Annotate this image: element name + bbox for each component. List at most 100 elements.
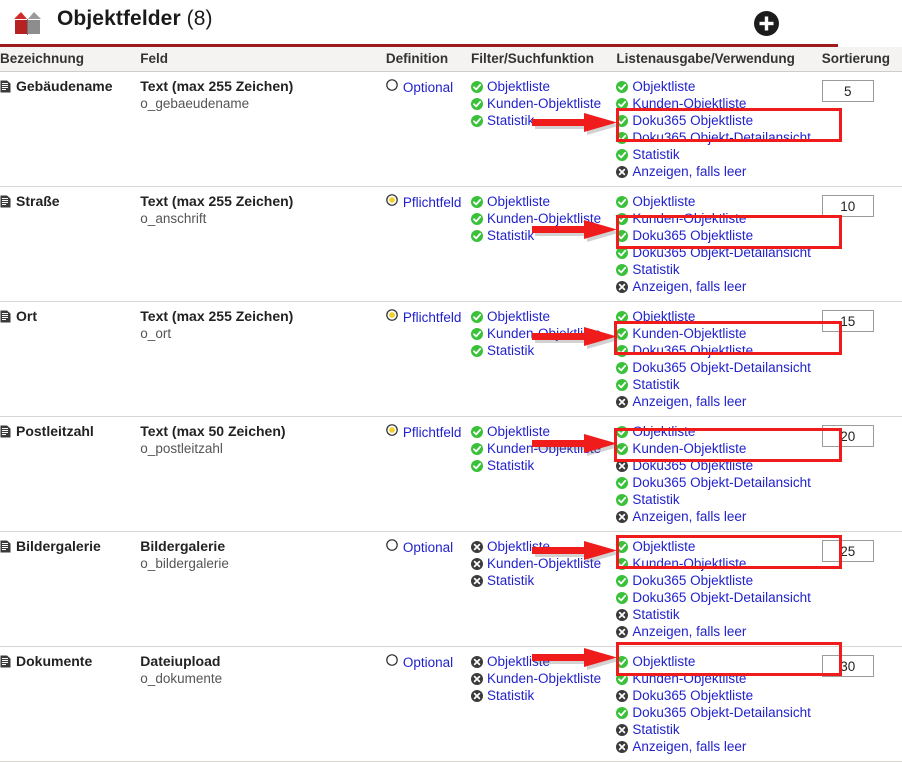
- listenausgabe-option[interactable]: Anzeigen, falls leer: [616, 278, 821, 295]
- object-fields-table: Bezeichnung Feld Definition Filter/Suchf…: [0, 47, 902, 762]
- listenausgabe-option[interactable]: Anzeigen, falls leer: [616, 508, 821, 525]
- filter-option[interactable]: Statistik: [471, 112, 616, 129]
- listenausgabe-option[interactable]: Kunden-Objektliste: [616, 210, 821, 227]
- cross-circle-icon: [471, 574, 484, 587]
- listenausgabe-option[interactable]: Statistik: [616, 606, 821, 623]
- filter-option-label: Kunden-Objektliste: [487, 96, 602, 111]
- listenausgabe-option[interactable]: Objektliste: [616, 308, 821, 325]
- definition-radio-icon[interactable]: [386, 423, 398, 441]
- listenausgabe-option[interactable]: Kunden-Objektliste: [616, 95, 821, 112]
- listenausgabe-option[interactable]: Anzeigen, falls leer: [616, 163, 821, 180]
- filter-option[interactable]: Statistik: [471, 457, 616, 474]
- listenausgabe-option[interactable]: Doku365 Objekt-Detailansicht: [616, 474, 821, 491]
- cell-feld: Bildergalerie o_bildergalerie: [140, 531, 386, 647]
- listenausgabe-option[interactable]: Doku365 Objektliste: [616, 572, 821, 589]
- cell-feld: Text (max 255 Zeichen) o_gebaeudename: [140, 71, 386, 187]
- listenausgabe-option[interactable]: Statistik: [616, 261, 821, 278]
- listenausgabe-option[interactable]: Objektliste: [616, 538, 821, 555]
- filter-option[interactable]: Objektliste: [471, 653, 616, 670]
- sortierung-input[interactable]: [821, 540, 874, 562]
- filter-option[interactable]: Kunden-Objektliste: [471, 325, 616, 342]
- cell-bezeichnung: Gebäudename: [0, 71, 141, 187]
- listenausgabe-option[interactable]: Doku365 Objektliste: [616, 687, 821, 704]
- listenausgabe-option[interactable]: Doku365 Objekt-Detailansicht: [616, 589, 821, 606]
- filter-option-label: Objektliste: [487, 654, 551, 669]
- cross-circle-icon: [471, 655, 484, 668]
- listenausgabe-option[interactable]: Doku365 Objektliste: [616, 342, 821, 359]
- feld-name: o_gebaeudename: [140, 96, 250, 111]
- definition-label: Optional: [402, 654, 454, 670]
- filter-option[interactable]: Objektliste: [471, 78, 616, 95]
- listenausgabe-option[interactable]: Statistik: [616, 376, 821, 393]
- plus-circle-icon[interactable]: [753, 10, 780, 37]
- filter-option[interactable]: Objektliste: [471, 308, 616, 325]
- column-header-filter: Filter/Suchfunktion: [471, 47, 617, 72]
- listenausgabe-option-label: Doku365 Objektliste: [632, 228, 754, 243]
- listenausgabe-option[interactable]: Doku365 Objektliste: [616, 227, 821, 244]
- cell-definition: Pflichtfeld: [385, 416, 472, 532]
- check-circle-icon: [471, 459, 484, 472]
- sortierung-input[interactable]: [821, 655, 874, 677]
- listenausgabe-option[interactable]: Anzeigen, falls leer: [616, 738, 821, 755]
- listenausgabe-option[interactable]: Kunden-Objektliste: [616, 440, 821, 457]
- listenausgabe-option-label: Objektliste: [632, 194, 696, 209]
- listenausgabe-option[interactable]: Doku365 Objektliste: [616, 457, 821, 474]
- listenausgabe-option[interactable]: Anzeigen, falls leer: [616, 393, 821, 410]
- feld-type: Text (max 255 Zeichen): [140, 308, 294, 324]
- listenausgabe-option[interactable]: Doku365 Objekt-Detailansicht: [616, 359, 821, 376]
- filter-option[interactable]: Objektliste: [471, 423, 616, 440]
- feld-name: o_ort: [140, 326, 172, 341]
- filter-option[interactable]: Statistik: [471, 342, 616, 359]
- listenausgabe-option[interactable]: Statistik: [616, 491, 821, 508]
- listenausgabe-option[interactable]: Kunden-Objektliste: [616, 670, 821, 687]
- filter-option[interactable]: Kunden-Objektliste: [471, 440, 616, 457]
- sortierung-input[interactable]: [821, 425, 874, 447]
- sortierung-input[interactable]: [821, 195, 874, 217]
- definition-radio-icon[interactable]: [386, 78, 398, 96]
- filter-option[interactable]: Kunden-Objektliste: [471, 95, 616, 112]
- cell-listenausgabe: Objektliste Kunden-Objektliste Doku365 Obj…: [616, 416, 822, 532]
- check-circle-icon: [616, 148, 629, 161]
- definition-radio-icon[interactable]: [386, 193, 398, 211]
- listenausgabe-option[interactable]: Doku365 Objektliste: [616, 112, 821, 129]
- listenausgabe-option[interactable]: Doku365 Objekt-Detailansicht: [616, 704, 821, 721]
- filter-option[interactable]: Kunden-Objektliste: [471, 670, 616, 687]
- listenausgabe-option[interactable]: Objektliste: [616, 423, 821, 440]
- cell-listenausgabe: Objektliste Kunden-Objektliste Doku365 Obj…: [616, 646, 822, 762]
- listenausgabe-option[interactable]: Anzeigen, falls leer: [616, 623, 821, 640]
- listenausgabe-option[interactable]: Statistik: [616, 146, 821, 163]
- listenausgabe-option-label: Statistik: [632, 722, 680, 737]
- cell-sortierung: [821, 646, 902, 762]
- table-body: Gebäudename Text (max 255 Zeichen) o_gebae…: [0, 71, 902, 762]
- listenausgabe-option-label: Objektliste: [632, 539, 696, 554]
- table-row: Bildergalerie Bildergalerie o_bildergaleri…: [0, 531, 902, 647]
- check-circle-icon: [616, 493, 629, 506]
- listenausgabe-option-label: Anzeigen, falls leer: [632, 739, 747, 754]
- sortierung-input[interactable]: [821, 80, 874, 102]
- filter-option[interactable]: Statistik: [471, 687, 616, 704]
- filter-option[interactable]: Objektliste: [471, 193, 616, 210]
- bezeichnung-label: Straße: [16, 193, 60, 209]
- listenausgabe-option[interactable]: Objektliste: [616, 193, 821, 210]
- definition-radio-icon[interactable]: [386, 308, 398, 326]
- check-circle-icon: [616, 706, 629, 719]
- filter-option[interactable]: Objektliste: [471, 538, 616, 555]
- listenausgabe-option-label: Doku365 Objektliste: [632, 113, 754, 128]
- listenausgabe-option[interactable]: Objektliste: [616, 653, 821, 670]
- listenausgabe-option[interactable]: Kunden-Objektliste: [616, 325, 821, 342]
- filter-option[interactable]: Kunden-Objektliste: [471, 210, 616, 227]
- filter-option[interactable]: Statistik: [471, 572, 616, 589]
- listenausgabe-option[interactable]: Doku365 Objekt-Detailansicht: [616, 129, 821, 146]
- definition-radio-icon[interactable]: [386, 538, 398, 556]
- filter-option-label: Statistik: [487, 688, 535, 703]
- filter-option[interactable]: Kunden-Objektliste: [471, 555, 616, 572]
- listenausgabe-option[interactable]: Objektliste: [616, 78, 821, 95]
- listenausgabe-option-label: Statistik: [632, 492, 680, 507]
- listenausgabe-option[interactable]: Doku365 Objekt-Detailansicht: [616, 244, 821, 261]
- definition-radio-icon[interactable]: [386, 653, 398, 671]
- listenausgabe-option[interactable]: Statistik: [616, 721, 821, 738]
- filter-option[interactable]: Statistik: [471, 227, 616, 244]
- sortierung-input[interactable]: [821, 310, 874, 332]
- bezeichnung-label: Gebäudename: [16, 78, 113, 94]
- listenausgabe-option[interactable]: Kunden-Objektliste: [616, 555, 821, 572]
